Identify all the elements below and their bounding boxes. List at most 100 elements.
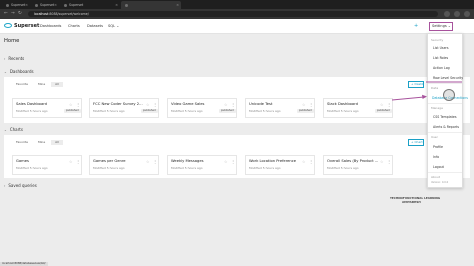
- close-tab-icon[interactable]: ×: [115, 1, 118, 9]
- menu-item-action-log[interactable]: Action Log: [433, 66, 450, 70]
- nav-sql[interactable]: SQL ⌄: [108, 24, 119, 29]
- browser-tab-3[interactable]: Superset ×: [60, 1, 120, 9]
- star-icon[interactable]: ☆: [224, 102, 227, 107]
- tab-favorite[interactable]: Favorite: [12, 82, 32, 87]
- card-title: Games per Genre: [93, 159, 126, 163]
- section-saved-queries[interactable]: › Saved queries: [4, 183, 37, 189]
- star-icon[interactable]: ☆: [69, 102, 72, 107]
- tab-mine[interactable]: Mine: [34, 82, 49, 87]
- star-icon[interactable]: ☆: [69, 159, 72, 164]
- browser-tab-bar: Superset × Superset × Superset × ×: [0, 0, 474, 9]
- dashboard-card[interactable]: Video Game Sales Modified 5 hours ago pu…: [167, 98, 237, 118]
- chart-card[interactable]: Weekly Messages Modified 5 hours ago ☆ ⋮: [167, 155, 237, 175]
- chevron-right-icon: ›: [4, 57, 6, 61]
- version-text: Version: 0.0.0: [431, 181, 449, 184]
- star-icon[interactable]: ☆: [146, 102, 149, 107]
- add-chart-button[interactable]: + Chart: [408, 139, 424, 146]
- menu-item-profile[interactable]: Profile: [433, 145, 443, 149]
- superset-logo[interactable]: Superset: [4, 23, 39, 30]
- nav-dashboards[interactable]: Dashboards: [40, 24, 61, 29]
- extension-icon[interactable]: [444, 11, 450, 17]
- menu-item-alerts-reports[interactable]: Alerts & Reports: [433, 125, 459, 129]
- card-modified: Modified 5 hours ago: [327, 166, 359, 170]
- nav-charts[interactable]: Charts: [68, 24, 80, 29]
- chevron-down-icon: ⌄: [4, 70, 7, 74]
- more-options-icon[interactable]: ⋮: [387, 102, 391, 107]
- star-icon[interactable]: ☆: [302, 159, 305, 164]
- close-tab-icon[interactable]: ×: [176, 1, 179, 9]
- more-options-icon[interactable]: ⋮: [387, 159, 391, 164]
- reload-icon[interactable]: ↻: [18, 11, 22, 17]
- card-title: Slack Dashboard: [327, 102, 358, 106]
- star-icon[interactable]: ☆: [146, 159, 149, 164]
- tab-favorite[interactable]: Favorite: [12, 140, 32, 145]
- dropdown-divider: [428, 132, 462, 133]
- close-tab-icon[interactable]: ×: [25, 1, 28, 9]
- add-dashboard-button[interactable]: + Dashboard: [408, 81, 424, 88]
- browser-tab-title: Superset: [69, 3, 84, 7]
- back-arrow-icon[interactable]: ←: [4, 11, 8, 17]
- dashboard-card[interactable]: Sales Dashboard Modified 5 hours ago pub…: [12, 98, 82, 118]
- section-charts[interactable]: ⌄ Charts: [4, 127, 23, 133]
- more-options-icon[interactable]: ⋮: [231, 102, 235, 107]
- tab-all[interactable]: All: [51, 82, 63, 87]
- section-dashboards-label: Dashboards: [9, 69, 34, 74]
- menu-item-row-level-security[interactable]: Row Level Security: [433, 76, 463, 80]
- dashboard-card[interactable]: FCC New Coder Survey 2... Modified 5 hou…: [89, 98, 159, 118]
- dashboard-card[interactable]: Slack Dashboard Modified 5 hours ago pub…: [323, 98, 393, 118]
- card-title: Sales Dashboard: [16, 102, 47, 106]
- watermark-line-2: AMITABHSH: [402, 200, 421, 204]
- profile-icon[interactable]: [454, 11, 460, 17]
- browser-tab-title: Superset: [11, 3, 26, 7]
- card-modified: Modified 5 hours ago: [327, 109, 359, 113]
- dashboard-card[interactable]: Unicode Test Modified 5 hours ago publis…: [245, 98, 315, 118]
- tab-all[interactable]: All: [51, 140, 63, 145]
- dropdown-divider: [428, 172, 462, 173]
- more-options-icon[interactable]: ⋮: [309, 159, 313, 164]
- chart-card[interactable]: Work Location Preference Modified 5 hour…: [245, 155, 315, 175]
- dropdown-divider: [428, 103, 462, 104]
- menu-item-list-users[interactable]: List Users: [433, 46, 449, 50]
- menu-item-list-roles[interactable]: List Roles: [433, 56, 448, 60]
- more-options-icon[interactable]: ⋮: [231, 159, 235, 164]
- tab-mine[interactable]: Mine: [34, 140, 49, 145]
- card-modified: Modified 5 hours ago: [93, 109, 125, 113]
- card-title: Unicode Test: [249, 102, 273, 106]
- section-recents[interactable]: › Recents: [4, 56, 24, 62]
- forward-arrow-icon[interactable]: →: [11, 11, 15, 17]
- favicon-icon: [64, 3, 67, 7]
- menu-item-info[interactable]: Info: [433, 155, 439, 159]
- status-badge: published: [64, 109, 81, 113]
- menu-item-logout[interactable]: Logout: [433, 165, 444, 169]
- more-options-icon[interactable]: ⋮: [153, 102, 157, 107]
- star-icon[interactable]: ☆: [224, 159, 227, 164]
- dropdown-group-about: About: [431, 175, 440, 179]
- star-icon[interactable]: ☆: [380, 102, 383, 107]
- dropdown-group-manage: Manage: [431, 106, 443, 110]
- card-title: Video Game Sales: [171, 102, 205, 106]
- chart-card[interactable]: Games Modified 5 hours ago ☆ ⋮: [12, 155, 82, 175]
- more-options-icon[interactable]: ⋮: [76, 159, 80, 164]
- chart-card[interactable]: Games per Genre Modified 5 hours ago ☆ ⋮: [89, 155, 159, 175]
- new-item-plus-icon[interactable]: +: [414, 23, 418, 30]
- section-dashboards[interactable]: ⌄ Dashboards: [4, 69, 34, 75]
- nav-datasets[interactable]: Datasets: [87, 24, 103, 29]
- browser-tab-active[interactable]: ×: [121, 1, 181, 9]
- star-icon[interactable]: ☆: [380, 159, 383, 164]
- close-tab-icon[interactable]: ×: [54, 1, 57, 9]
- more-options-icon[interactable]: ⋮: [76, 102, 80, 107]
- card-title: Work Location Preference: [249, 159, 297, 163]
- menu-item-css-templates[interactable]: CSS Templates: [433, 115, 457, 119]
- more-options-icon[interactable]: ⋮: [153, 159, 157, 164]
- more-options-icon[interactable]: ⋮: [309, 102, 313, 107]
- star-icon[interactable]: ☆: [302, 102, 305, 107]
- settings-dropdown: Security List Users List Roles Action Lo…: [427, 33, 468, 188]
- browser-menu-icon[interactable]: [464, 11, 470, 17]
- settings-menu-button[interactable]: Settings ⌄: [429, 22, 453, 31]
- chart-card[interactable]: Overall Sales (By Product ... Modified 5…: [323, 155, 393, 175]
- browser-tab-2[interactable]: Superset ×: [31, 1, 59, 9]
- browser-tab-1[interactable]: Superset ×: [2, 1, 30, 9]
- card-modified: Modified 5 hours ago: [249, 109, 281, 113]
- cursor-highlight: [443, 89, 455, 101]
- url-field[interactable]: localhost:8088/superset/welcome/: [28, 11, 438, 17]
